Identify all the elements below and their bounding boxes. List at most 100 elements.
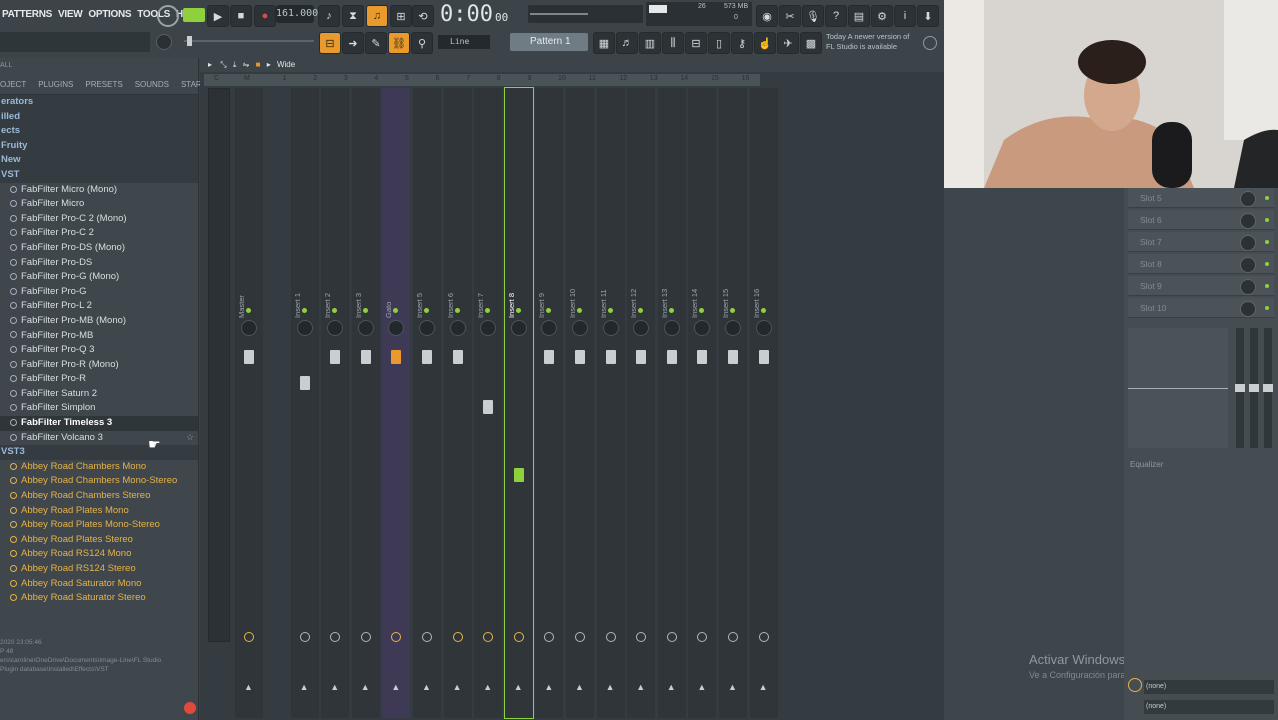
record-icon[interactable]: ● — [254, 5, 276, 27]
pitch-knob[interactable] — [156, 34, 172, 50]
send-arrow-icon[interactable]: ▲ — [300, 682, 309, 692]
browser-plugin-item[interactable]: Abbey Road Saturator Mono — [0, 577, 198, 592]
browser-tab-2[interactable]: PRESETS — [85, 80, 122, 89]
output-select-1[interactable]: (none) — [1144, 680, 1274, 694]
mixer-icon[interactable]: ⫼ — [662, 32, 684, 54]
strip-enable-led[interactable] — [424, 308, 429, 313]
slot-mix-knob[interactable] — [1240, 301, 1256, 317]
slot-mix-knob[interactable] — [1240, 235, 1256, 251]
mixer-strip[interactable]: Insert 14 ▲ — [688, 88, 717, 718]
send-arrow-icon[interactable]: ▲ — [575, 682, 584, 692]
pattern-song-icon[interactable]: ⊟ — [319, 32, 341, 54]
route-knob[interactable] — [575, 632, 585, 642]
volume-fader[interactable] — [758, 350, 769, 364]
record-indicator-icon[interactable] — [184, 702, 196, 714]
slot-enable-led[interactable] — [1265, 218, 1269, 222]
volume-fader[interactable] — [697, 350, 708, 364]
pan-knob[interactable] — [241, 320, 257, 336]
browser-plugin-item[interactable]: Abbey Road Chambers Mono — [0, 460, 198, 475]
browser-plugin-item[interactable]: Abbey Road Saturator Stereo — [0, 591, 198, 606]
route-knob[interactable] — [422, 632, 432, 642]
effect-slot[interactable]: Slot 8 — [1128, 254, 1274, 274]
mixer-strip[interactable]: Insert 6 ▲ — [443, 88, 472, 718]
snap-select[interactable]: Line — [438, 35, 490, 49]
mixer-menu-icon[interactable]: ▸ — [208, 60, 212, 69]
send-arrow-icon[interactable]: ▲ — [244, 682, 253, 692]
browser-plugin-item[interactable]: FabFilter Pro-MB — [0, 329, 198, 344]
metronome-icon[interactable]: ♪ — [318, 5, 340, 27]
output-power-icon[interactable] — [1128, 678, 1142, 692]
browser-plugin-item[interactable]: Abbey Road RS124 Stereo — [0, 562, 198, 577]
menu-options[interactable]: OPTIONS — [88, 9, 131, 20]
touch-icon[interactable]: ☝ — [754, 32, 776, 54]
help-icon[interactable]: ? — [825, 5, 847, 27]
route-knob[interactable] — [391, 632, 402, 642]
browser-icon[interactable]: ⊟ — [685, 32, 707, 54]
send-arrow-icon[interactable]: ▲ — [759, 682, 768, 692]
send-arrow-icon[interactable]: ▲ — [422, 682, 431, 692]
cut-icon[interactable]: ✂ — [779, 5, 801, 27]
piano-roll-icon[interactable]: ♬ — [616, 32, 638, 54]
browser-plugin-item[interactable]: FabFilter Pro-R — [0, 372, 198, 387]
route-knob[interactable] — [605, 632, 616, 642]
link-icon[interactable]: ⛓ — [388, 32, 410, 54]
route-knob[interactable] — [483, 632, 494, 642]
pan-knob[interactable] — [449, 320, 466, 336]
browser-plugin-item[interactable]: FabFilter Pro-G — [0, 285, 198, 300]
route-knob[interactable] — [636, 632, 647, 642]
browser-plugin-item[interactable]: FabFilter Saturn 2 — [0, 387, 198, 402]
volume-fader[interactable] — [513, 468, 524, 482]
volume-fader[interactable] — [244, 350, 254, 364]
mixer-zoom-icon[interactable]: ⤡ — [220, 60, 226, 69]
volume-fader[interactable] — [422, 350, 432, 364]
plugin-icon[interactable]: ⚙ — [871, 5, 893, 27]
route-knob[interactable] — [299, 632, 310, 642]
route-knob[interactable] — [728, 632, 738, 642]
strip-enable-led[interactable] — [301, 308, 307, 313]
mixer-strip[interactable]: Insert 12 ▲ — [627, 88, 656, 718]
route-knob[interactable] — [360, 632, 371, 642]
route-knob[interactable] — [244, 632, 254, 642]
strip-enable-led[interactable] — [454, 308, 460, 313]
route-knob[interactable] — [452, 632, 463, 642]
browser-tab-0[interactable]: OJECT — [0, 80, 26, 89]
browser-plugin-item[interactable]: FabFilter Micro — [0, 197, 198, 212]
effect-slot[interactable]: Slot 9 — [1128, 276, 1274, 296]
browser-plugin-item[interactable]: FabFilter Micro (Mono) — [0, 183, 198, 198]
strip-enable-led[interactable] — [246, 308, 251, 313]
pan-knob[interactable] — [694, 320, 711, 336]
browser-folder[interactable]: ects — [0, 124, 198, 139]
eq-band-1[interactable] — [1235, 328, 1245, 448]
mixer-strip[interactable]: Insert 3 ▲ — [351, 88, 380, 718]
send-arrow-icon[interactable]: ▲ — [453, 682, 462, 692]
effect-slot[interactable]: Slot 6 — [1128, 210, 1274, 230]
pan-knob[interactable] — [663, 320, 680, 336]
menu-patterns[interactable]: PATTERNS — [2, 9, 52, 20]
project-icon[interactable]: ▯ — [708, 32, 730, 54]
mixer-strip[interactable]: Insert 16 ▲ — [749, 88, 778, 718]
pan-knob[interactable] — [725, 320, 741, 336]
pan-knob[interactable] — [480, 320, 497, 336]
plugin-picker-icon[interactable]: ⚷ — [731, 32, 753, 54]
browser-plugin-item[interactable]: Abbey Road RS124 Mono — [0, 547, 198, 562]
strip-enable-led[interactable] — [607, 308, 613, 313]
mixer-strip[interactable]: Insert 9 ▲ — [535, 88, 564, 718]
mixer-strip[interactable]: Insert 5 ▲ — [413, 88, 441, 718]
mixer-strip[interactable]: Insert 13 ▲ — [657, 88, 686, 718]
mixer-strip[interactable]: Insert 1 ▲ — [290, 88, 319, 718]
star-icon[interactable]: ☆ — [186, 432, 194, 443]
slot-mix-knob[interactable] — [1240, 213, 1256, 229]
playlist-icon[interactable]: ▦ — [593, 32, 615, 54]
slot-enable-led[interactable] — [1265, 262, 1269, 266]
bird-icon[interactable]: ✈ — [777, 32, 799, 54]
browser-plugin-item[interactable]: FabFilter Pro-DS — [0, 256, 198, 271]
mixer-strip[interactable]: Insert 8 ▲ — [503, 87, 534, 719]
effect-slot[interactable]: Slot 5 — [1128, 188, 1274, 208]
pencil-icon[interactable]: ✎ — [365, 32, 387, 54]
browser-plugin-item[interactable]: Abbey Road Plates Mono-Stereo — [0, 518, 198, 533]
pan-knob[interactable] — [357, 320, 374, 336]
send-arrow-icon[interactable]: ▲ — [361, 682, 370, 692]
slot-mix-knob[interactable] — [1240, 279, 1256, 295]
route-knob[interactable] — [513, 632, 524, 642]
browser-folder[interactable]: VST3 — [0, 445, 198, 460]
